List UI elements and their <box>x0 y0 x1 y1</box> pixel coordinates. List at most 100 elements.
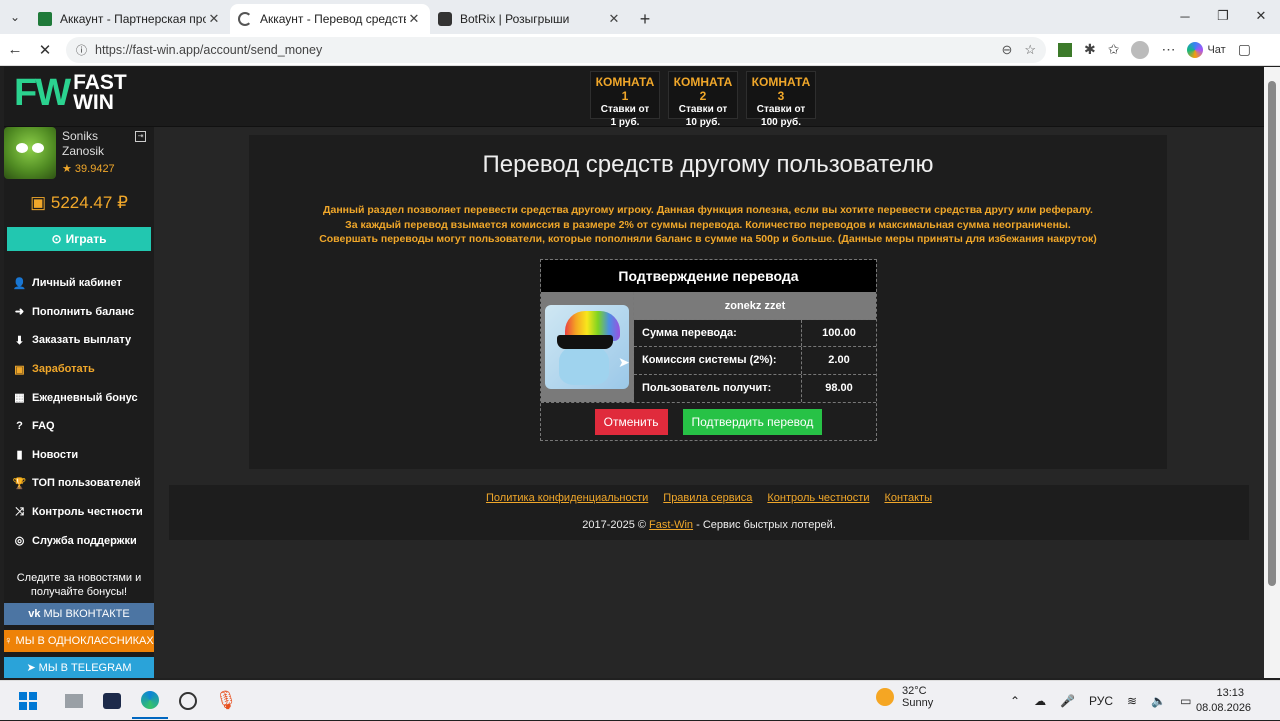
rules-link[interactable]: Правила сервиса <box>663 492 752 504</box>
play-button[interactable]: ⊙ Играть <box>7 227 151 251</box>
close-window-icon[interactable]: ✕ <box>1242 0 1280 32</box>
detail-row: Сумма перевода: 100.00 <box>634 320 876 348</box>
profile-avatar-icon[interactable] <box>1131 40 1150 59</box>
confirm-transfer-button[interactable]: Подтвердить перевод <box>682 408 823 435</box>
time: 13:13 <box>1216 687 1244 699</box>
sidebar-item[interactable]: ▦ Ежедневный бонус <box>4 383 154 412</box>
start-windows-icon[interactable] <box>10 683 46 719</box>
page-title: Перевод средств другому пользователю <box>482 151 934 178</box>
favorites-icon[interactable]: ✩ <box>1108 41 1120 58</box>
sidebar-menu: 👤 Личный кабинет ➜ Пополнить баланс ⬇ Заказат… <box>4 269 154 555</box>
logout-icon[interactable]: ⇥ <box>135 131 146 142</box>
sidebar-toggle-icon[interactable]: ▢ <box>1238 41 1251 58</box>
favorite-star-icon[interactable]: ☆ <box>1024 42 1036 58</box>
onedrive-icon[interactable]: ☁ <box>1034 694 1046 708</box>
site-logo[interactable]: FW FAST WIN <box>14 72 127 114</box>
maximize-icon[interactable]: ❐ <box>1204 0 1242 32</box>
tab-list-chevron-icon[interactable]: ⌄ <box>0 2 30 32</box>
telegram-icon: ➤ <box>26 662 36 675</box>
tab-title: BotRix | Розыгрыши <box>460 12 570 26</box>
copilot-button[interactable]: Чат <box>1187 41 1226 58</box>
url-field[interactable]: ⓘ https://fast-win.app/account/send_mone… <box>66 36 1046 63</box>
fairness-link[interactable]: Контроль честности <box>767 492 869 504</box>
copilot-icon <box>1187 41 1204 58</box>
botrix-favicon-icon <box>438 12 452 26</box>
obs-icon[interactable] <box>170 683 206 719</box>
ok-label: МЫ В ОДНОКЛАССНИКАХ <box>15 634 154 647</box>
logo-text: FAST WIN <box>73 72 127 114</box>
vk-button[interactable]: vk МЫ ВКОНТАКТЕ <box>4 602 154 625</box>
new-tab-plus-icon[interactable]: + <box>630 4 660 34</box>
browser-tab-1[interactable]: Аккаунт - Партнерская програм ✕ <box>30 4 230 34</box>
follow-line-1: Следите за новостями и <box>16 571 142 584</box>
detail-value: 98.00 <box>825 381 853 394</box>
room-2-button[interactable]: КОМНАТА 2 Ставки от 10 руб. <box>668 71 738 128</box>
battery-icon[interactable]: ▭ <box>1180 694 1191 708</box>
copyright-prefix: 2017-2025 © <box>582 519 646 531</box>
recipient-avatar <box>541 292 634 402</box>
sidebar-item[interactable]: ⬇ Заказать выплату <box>4 326 154 355</box>
sidebar-item[interactable]: 👤 Личный кабинет <box>4 269 154 298</box>
microphone-app-icon[interactable]: 🎙 <box>208 683 244 719</box>
play-label: Играть <box>65 232 107 246</box>
tray-chevron-icon[interactable]: ⌃ <box>1010 694 1020 708</box>
sidebar-item[interactable]: ◎ Служба поддержки <box>4 526 154 555</box>
room-1-button[interactable]: КОМНАТА 1 Ставки от 1 руб. <box>590 71 660 128</box>
sidebar-item[interactable]: 🏆 ТОП пользователей <box>4 469 154 498</box>
stop-loading-icon[interactable]: ✕ <box>30 35 60 65</box>
arrow-right-circle-icon: ➜ <box>14 306 25 319</box>
bookmark-icon: ▮ <box>16 449 23 462</box>
minimize-icon[interactable]: ─ <box>1166 0 1204 32</box>
recipient-name: zonekz zzet <box>634 292 876 320</box>
sidebar-item[interactable]: ➜ Пополнить баланс <box>4 298 154 327</box>
language-indicator[interactable]: РУС <box>1089 694 1113 708</box>
notice-line: Данный раздел позволяет перевести средст… <box>323 204 1093 216</box>
tab-close-icon[interactable]: ✕ <box>406 11 422 27</box>
site-info-icon[interactable]: ⓘ <box>76 42 87 58</box>
sidebar-item-label: Служба поддержки <box>32 534 137 547</box>
sidebar-item[interactable]: ▣ Заработать <box>4 355 154 384</box>
wifi-icon[interactable]: ≋ <box>1127 694 1137 708</box>
app-icon[interactable] <box>94 683 130 719</box>
microphone-icon[interactable]: 🎤 <box>1060 694 1075 708</box>
page-scrollbar[interactable] <box>1264 67 1280 678</box>
sidebar-item[interactable]: ▮ Новости <box>4 441 154 470</box>
room-name: КОМНАТА 2 <box>673 75 733 103</box>
logo-mark: FW <box>14 72 71 114</box>
sidebar-item[interactable]: ? FAQ <box>4 412 154 441</box>
sidebar-item-label: FAQ <box>32 420 55 433</box>
ok-button[interactable]: ♀ МЫ В ОДНОКЛАССНИКАХ <box>4 629 154 652</box>
user-avatar[interactable] <box>4 127 56 179</box>
extensions-puzzle-icon[interactable]: ✱ <box>1084 41 1096 58</box>
clock[interactable]: 13:13 08.08.2026 <box>1196 686 1251 716</box>
browser-tab-2[interactable]: Аккаунт - Перевод средств ✕ <box>230 4 430 34</box>
tab-close-icon[interactable]: ✕ <box>606 11 622 27</box>
room-3-button[interactable]: КОМНАТА 3 Ставки от 100 руб. <box>746 71 816 128</box>
file-explorer-icon[interactable] <box>56 683 92 719</box>
logo-line-2: WIN <box>73 91 114 114</box>
telegram-button[interactable]: ➤ МЫ В TELEGRAM <box>4 656 154 678</box>
shuffle-icon: ⤨ <box>15 505 24 518</box>
extension-icon[interactable] <box>1058 42 1072 57</box>
privacy-link[interactable]: Политика конфиденциальности <box>486 492 648 504</box>
sidebar: Soniks Zanosik ★ 39.9427 ⇥ ▣ 5224.47 ₽ ⊙… <box>4 127 154 678</box>
back-arrow-icon[interactable]: ← <box>0 35 30 65</box>
weather-widget[interactable]: 32°C Sunny <box>876 685 933 709</box>
mouse-cursor-icon: ➤ <box>618 354 630 370</box>
volume-icon[interactable]: 🔈 <box>1151 694 1166 708</box>
sidebar-item-label: Заказать выплату <box>32 334 132 347</box>
browser-tab-3[interactable]: BotRix | Розыгрыши ✕ <box>430 4 630 34</box>
more-menu-icon[interactable]: ⋯ <box>1161 41 1175 58</box>
contacts-link[interactable]: Контакты <box>884 492 932 504</box>
vk-icon: vk <box>28 607 41 620</box>
cancel-button[interactable]: Отменить <box>594 408 668 435</box>
fastwin-link[interactable]: Fast-Win <box>649 519 693 531</box>
arrow-down-circle-icon: ⬇ <box>14 334 25 347</box>
confirm-actions: Отменить Подтвердить перевод <box>541 402 876 440</box>
zoom-icon[interactable]: ⊖ <box>1001 42 1012 58</box>
sidebar-item[interactable]: ⤨ Контроль честности <box>4 498 154 527</box>
tab-close-icon[interactable]: ✕ <box>206 11 222 27</box>
edge-browser-icon[interactable] <box>132 683 168 719</box>
user-name-line-2: Zanosik <box>62 144 105 158</box>
room-sub: 1 руб. <box>610 117 640 128</box>
